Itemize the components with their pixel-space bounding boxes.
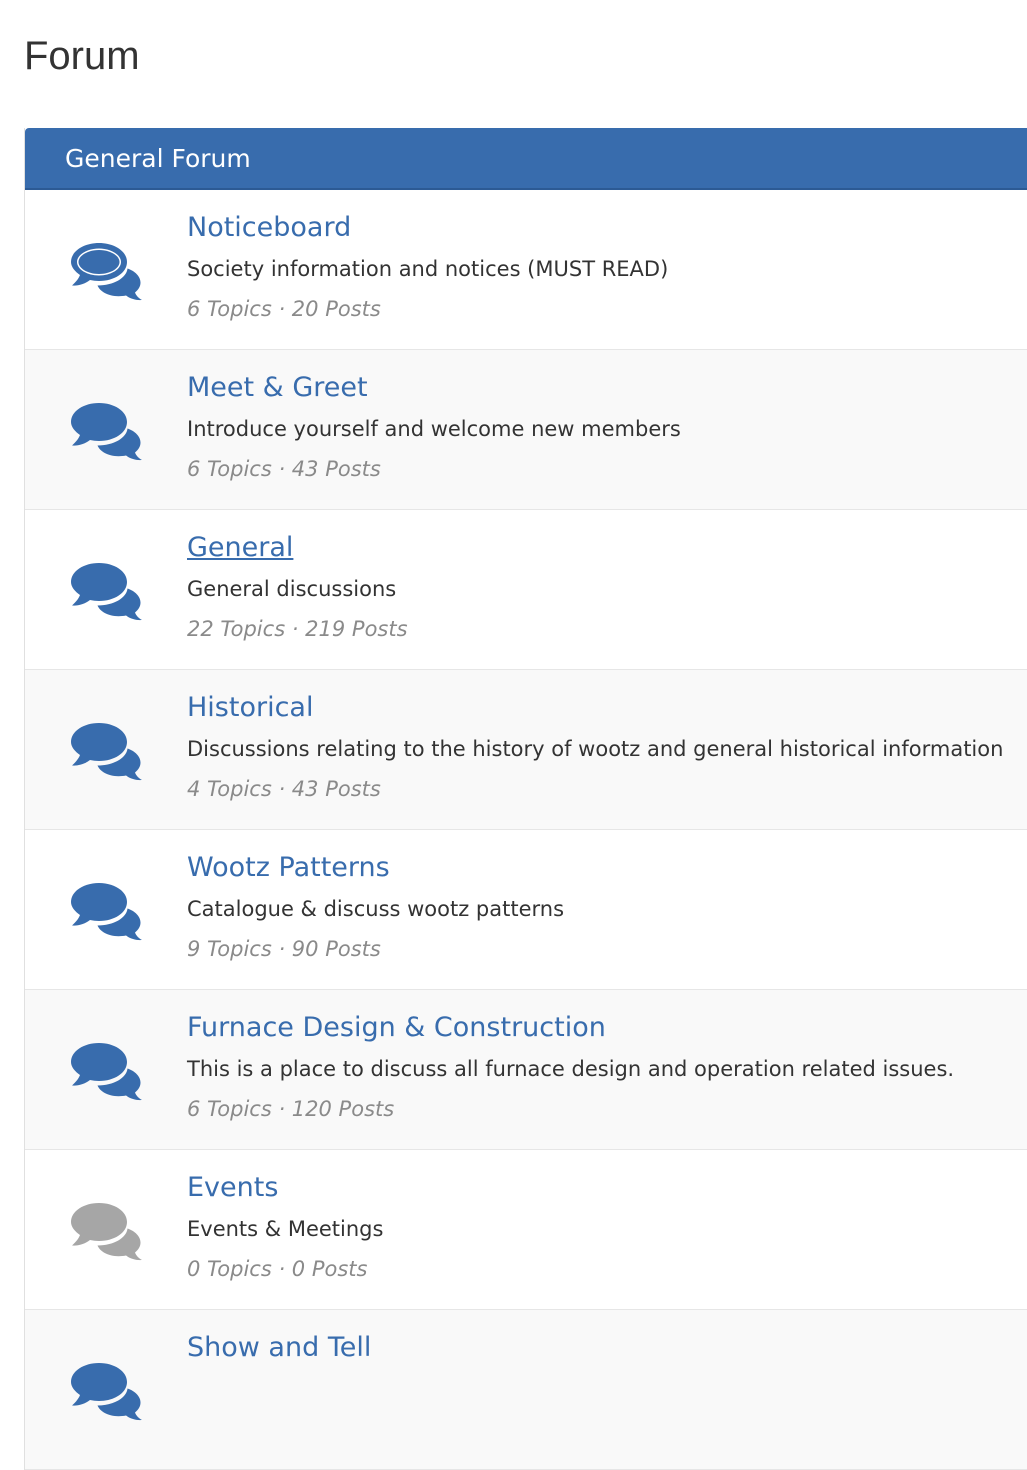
forum-link-show-and-tell[interactable]: Show and Tell xyxy=(187,1331,371,1365)
forum-stats: 6 Topics · 43 Posts xyxy=(187,457,381,481)
category-header: General Forum xyxy=(25,128,1027,190)
forum-row-historical: Historical Discussions relating to the h… xyxy=(25,670,1027,830)
forum-row-noticeboard: Noticeboard Society information and noti… xyxy=(25,190,1027,350)
forum-row-furnace-design: Furnace Design & Construction This is a … xyxy=(25,990,1027,1150)
forum-link-events[interactable]: Events xyxy=(187,1171,278,1205)
forum-link-wootz-patterns[interactable]: Wootz Patterns xyxy=(187,851,390,885)
forum-row-events: Events Events & Meetings 0 Topics · 0 Po… xyxy=(25,1150,1027,1310)
forum-description: Society information and notices (MUST RE… xyxy=(187,257,669,281)
forum-stats: 22 Topics · 219 Posts xyxy=(187,617,408,641)
forum-stats: 6 Topics · 120 Posts xyxy=(187,1097,395,1121)
forum-link-furnace-design[interactable]: Furnace Design & Construction xyxy=(187,1011,606,1045)
forum-description: Events & Meetings xyxy=(187,1217,384,1241)
page-title: Forum xyxy=(24,34,140,78)
comments-icon xyxy=(69,239,145,301)
comments-icon xyxy=(69,719,145,781)
forum-stats: 9 Topics · 90 Posts xyxy=(187,937,381,961)
forum-stats: 6 Topics · 20 Posts xyxy=(187,297,381,321)
forum-description: This is a place to discuss all furnace d… xyxy=(187,1057,955,1081)
forum-link-meet-greet[interactable]: Meet & Greet xyxy=(187,371,368,405)
forum-stats: 4 Topics · 43 Posts xyxy=(187,777,381,801)
forum-link-noticeboard[interactable]: Noticeboard xyxy=(187,211,351,245)
comments-icon xyxy=(69,879,145,941)
comments-icon xyxy=(69,559,145,621)
forum-row-show-and-tell: Show and Tell xyxy=(25,1310,1027,1470)
forum-description: Discussions relating to the history of w… xyxy=(187,737,1004,761)
comments-icon xyxy=(69,399,145,461)
comments-icon xyxy=(69,1359,145,1421)
forum-description: Introduce yourself and welcome new membe… xyxy=(187,417,681,441)
forum-link-historical[interactable]: Historical xyxy=(187,691,313,725)
forum-description: General discussions xyxy=(187,577,397,601)
comments-icon xyxy=(69,1039,145,1101)
forum-row-wootz-patterns: Wootz Patterns Catalogue & discuss wootz… xyxy=(25,830,1027,990)
comments-icon xyxy=(69,1199,145,1261)
forum-link-general[interactable]: General xyxy=(187,531,293,565)
forum-row-meet-greet: Meet & Greet Introduce yourself and welc… xyxy=(25,350,1027,510)
forum-row-general: General General discussions 22 Topics · … xyxy=(25,510,1027,670)
forum-description: Catalogue & discuss wootz patterns xyxy=(187,897,565,921)
forum-stats: 0 Topics · 0 Posts xyxy=(187,1257,368,1281)
forum-category: General Forum Noticeboard Society inform… xyxy=(24,128,1027,1470)
